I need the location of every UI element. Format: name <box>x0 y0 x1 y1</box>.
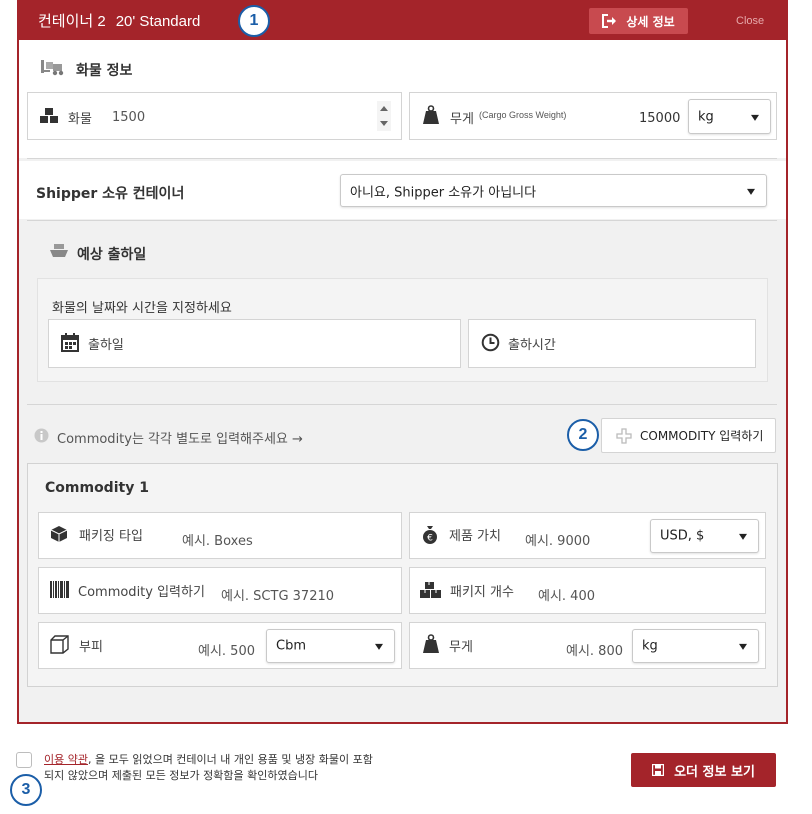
number-spinner[interactable] <box>377 101 391 131</box>
weight-field[interactable]: 무게 (Cargo Gross Weight) 15000 kg <box>409 92 777 140</box>
view-order-button[interactable]: 오더 정보 보기 <box>631 753 776 787</box>
boxes-icon <box>420 582 442 599</box>
chevron-down-icon <box>747 188 755 195</box>
terms-link[interactable]: 이용 약관 <box>44 753 88 766</box>
clock-icon <box>481 333 500 352</box>
ship-date-instruction: 화물의 날짜와 시간을 지정하세요 <box>52 301 232 316</box>
terms-checkbox[interactable] <box>16 752 32 768</box>
divider <box>27 404 777 405</box>
forklift-icon <box>40 58 66 76</box>
product-value-field[interactable]: € 제품 가치 예시. 9000 USD, $ <box>409 512 766 559</box>
cargo-info-title: 화물 정보 <box>76 63 133 79</box>
currency-select[interactable]: USD, $ <box>650 519 759 553</box>
add-commodity-button[interactable]: COMMODITY 입력하기 <box>601 418 776 453</box>
commodity-weight-unit-value: kg <box>642 638 658 654</box>
terms-text-line-2: 되지 않았으며 제출된 모든 정보가 정확함을 확인하였습니다 <box>44 769 318 782</box>
volume-unit-select[interactable]: Cbm <box>266 629 395 663</box>
weight-icon <box>422 105 440 125</box>
view-order-label: 오더 정보 보기 <box>674 764 755 780</box>
volume-field[interactable]: 부피 예시. 500 Cbm <box>38 622 402 669</box>
ship-date-title: 예상 출하일 <box>77 247 147 263</box>
packaging-type-placeholder: 예시. Boxes <box>182 534 253 549</box>
product-value-label: 제품 가치 <box>449 529 501 544</box>
sign-out-icon <box>602 14 618 28</box>
chevron-down-icon <box>375 643 383 650</box>
weight-unit-select[interactable]: kg <box>688 99 771 134</box>
container-title: 컨테이너 2 20' Standard <box>38 10 200 31</box>
commodity-title: Commodity 1 <box>45 480 149 496</box>
currency-value: USD, $ <box>660 528 705 544</box>
commodity-code-placeholder: 예시. SCTG 37210 <box>221 589 335 604</box>
weight-icon <box>422 634 440 654</box>
package-count-label: 패키지 개수 <box>450 585 514 600</box>
ship-icon <box>49 243 69 259</box>
commodity-weight-placeholder: 예시. 800 <box>566 644 623 659</box>
weight-sublabel: (Cargo Gross Weight) <box>479 110 567 120</box>
ship-date-input[interactable]: 출하일 <box>48 319 461 368</box>
commodity-hint: Commodity는 각각 별도로 입력해주세요 → <box>57 432 303 447</box>
chevron-down-icon <box>739 643 747 650</box>
volume-unit-value: Cbm <box>276 638 306 654</box>
cargo-label: 화물 <box>68 112 92 127</box>
shipper-owned-select[interactable]: 아니요, Shipper 소유가 아닙니다 <box>340 174 767 207</box>
close-button[interactable]: Close <box>736 15 764 27</box>
barcode-icon <box>50 581 69 598</box>
plus-icon <box>616 427 632 444</box>
terms-text: 이용 약관, 을 모두 읽었으며 컨테이너 내 개인 용품 및 냉장 화물이 포… <box>44 752 373 784</box>
save-icon <box>652 764 665 776</box>
shipper-owned-value: 아니요, Shipper 소유가 아닙니다 <box>350 185 537 200</box>
commodity-code-field[interactable]: Commodity 입력하기 예시. SCTG 37210 <box>38 567 402 614</box>
weight-value: 15000 <box>639 111 681 126</box>
commodity-weight-unit-select[interactable]: kg <box>632 629 759 663</box>
ship-date-placeholder: 출하일 <box>88 338 124 353</box>
detail-info-label: 상세 정보 <box>626 14 675 29</box>
cubes-icon <box>40 108 58 124</box>
container-type: 20' Standard <box>115 13 201 30</box>
detail-info-button[interactable]: 상세 정보 <box>589 8 688 34</box>
cargo-field[interactable]: 화물 1500 <box>27 92 402 140</box>
ship-time-input[interactable]: 출하시간 <box>468 319 756 368</box>
box-icon <box>50 525 68 543</box>
weight-unit-value: kg <box>698 109 714 124</box>
weight-label: 무게 <box>450 112 474 127</box>
container-name: 컨테이너 2 <box>38 13 106 30</box>
commodity-code-label: Commodity 입력하기 <box>78 585 205 600</box>
packaging-type-label: 패키징 타입 <box>79 529 143 544</box>
callout-marker-1: 1 <box>238 5 270 37</box>
package-count-field[interactable]: 패키지 개수 예시. 400 <box>409 567 766 614</box>
callout-marker-3: 3 <box>10 774 42 806</box>
info-icon <box>34 428 49 443</box>
money-bag-icon: € <box>422 525 438 544</box>
svg-text:€: € <box>427 534 433 544</box>
commodity-weight-field[interactable]: 무게 예시. 800 kg <box>409 622 766 669</box>
product-value-placeholder: 예시. 9000 <box>525 534 591 549</box>
calendar-icon <box>61 333 79 352</box>
ship-time-placeholder: 출하시간 <box>508 338 556 353</box>
volume-placeholder: 예시. 500 <box>198 644 255 659</box>
divider <box>27 158 777 159</box>
cargo-value: 1500 <box>112 110 146 125</box>
packaging-type-field[interactable]: 패키징 타입 예시. Boxes <box>38 512 402 559</box>
chevron-down-icon <box>739 533 747 540</box>
divider <box>27 220 777 221</box>
cube-outline-icon <box>50 635 69 654</box>
shipper-label: Shipper 소유 컨테이너 <box>36 186 185 202</box>
callout-marker-2: 2 <box>567 419 599 451</box>
terms-text-line-1: , 을 모두 읽었으며 컨테이너 내 개인 용품 및 냉장 화물이 포함 <box>87 753 373 766</box>
volume-label: 부피 <box>79 640 103 655</box>
commodity-weight-label: 무게 <box>449 640 473 655</box>
package-count-placeholder: 예시. 400 <box>538 589 595 604</box>
chevron-down-icon <box>751 114 759 121</box>
add-commodity-label: COMMODITY 입력하기 <box>640 429 764 443</box>
